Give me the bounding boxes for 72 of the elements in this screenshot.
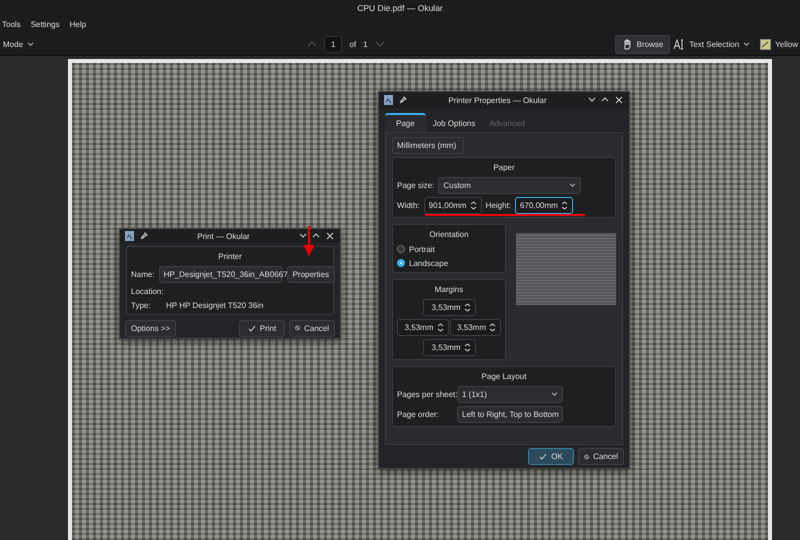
text-cursor-icon <box>673 38 686 50</box>
dialog-title: Printer Properties — Okular <box>447 96 548 105</box>
spin-arrows-icon[interactable] <box>464 342 470 352</box>
cancel-icon <box>295 324 300 332</box>
properties-button[interactable]: Properties <box>286 266 336 283</box>
window-controls-icon[interactable] <box>588 96 624 104</box>
radio-button[interactable] <box>397 245 405 254</box>
highlighter-icon <box>760 38 772 50</box>
chevron-down-icon <box>569 182 576 188</box>
field-label: Type: <box>131 301 152 310</box>
tool-button[interactable]: Browse <box>614 34 670 54</box>
top-margin-spinbox[interactable]: 3,53mm <box>422 298 476 316</box>
group-title: Paper <box>492 162 516 174</box>
spin-arrows-icon[interactable] <box>470 200 477 210</box>
radio-label: Landscape <box>409 258 448 268</box>
options-button[interactable]: Options >> <box>125 320 176 336</box>
group-title: Margins <box>434 284 464 296</box>
checkmark-icon <box>539 453 548 460</box>
left-margin-spinbox[interactable]: 3,53mm <box>397 318 448 336</box>
window-title: CPU Die.pdf — Okular <box>357 3 443 13</box>
cancel-button[interactable]: Cancel <box>289 320 335 336</box>
height-spinbox[interactable]: 670,00mm <box>515 196 574 214</box>
annotation-arrow <box>304 226 314 256</box>
menu-item[interactable]: Help <box>70 20 86 29</box>
chevron-down-icon <box>27 42 34 46</box>
tab[interactable]: Page <box>385 112 426 132</box>
pin-icon[interactable] <box>399 96 407 104</box>
dialog-title: Print — Okular <box>196 232 251 240</box>
width-spinbox[interactable]: 901,00mm <box>424 196 482 214</box>
of-label: of <box>349 40 356 48</box>
pin-icon[interactable] <box>140 232 148 240</box>
cancel-button[interactable]: Cancel <box>578 448 624 466</box>
print-button[interactable]: Print <box>239 320 285 336</box>
right-margin-spinbox[interactable]: 3,53mm <box>450 318 501 336</box>
spin-arrows-icon[interactable] <box>464 302 470 312</box>
checkmark-icon <box>248 324 256 332</box>
chevron-down-icon <box>743 42 750 46</box>
chevron-down-icon <box>551 392 558 397</box>
menu-item[interactable]: Settings <box>30 20 60 29</box>
field-label: Height: <box>486 200 512 210</box>
field-label: Page size: <box>397 180 434 190</box>
page-order-dropdown[interactable]: Left to Right, Top to Bottom <box>457 406 563 423</box>
field-label: Location: <box>131 287 164 296</box>
page-number-field[interactable]: 1 <box>324 36 342 52</box>
group-title: Orientation <box>428 228 470 241</box>
hand-icon <box>622 38 633 50</box>
menu-item[interactable]: Tools <box>2 20 21 29</box>
group-title: Page Layout <box>480 370 528 383</box>
tool-button[interactable]: Text Selection <box>670 34 758 54</box>
bottom-margin-spinbox[interactable]: 3,53mm <box>422 338 476 356</box>
radio-label: Portrait <box>409 244 435 254</box>
radio-button[interactable] <box>397 259 405 268</box>
tab[interactable]: Job Options <box>426 112 482 132</box>
field-label: Width: <box>397 200 420 210</box>
pages-per-sheet-dropdown[interactable]: 1 (1x1) <box>457 386 563 403</box>
view-mode-button[interactable]: Mode <box>0 36 42 52</box>
spin-arrows-icon[interactable] <box>436 322 444 332</box>
spin-arrows-icon[interactable] <box>561 200 568 210</box>
app-icon <box>384 95 393 106</box>
group-title: Printer <box>217 251 243 263</box>
units-dropdown[interactable]: Millimeters (mm) <box>392 136 464 154</box>
field-label: Name: <box>131 270 155 279</box>
page-size-dropdown[interactable]: Custom <box>438 176 582 194</box>
cancel-icon <box>584 452 590 461</box>
field-label: Page order: <box>397 410 440 419</box>
ok-button[interactable]: OK <box>528 448 574 466</box>
printer-type: HP HP Designjet T520 36in <box>166 301 264 310</box>
spin-arrows-icon[interactable] <box>489 322 496 332</box>
window-controls-icon[interactable] <box>299 232 335 240</box>
page-total: 1 <box>363 40 368 48</box>
tool-button[interactable]: Yellow <box>757 34 800 54</box>
app-icon <box>125 231 134 241</box>
